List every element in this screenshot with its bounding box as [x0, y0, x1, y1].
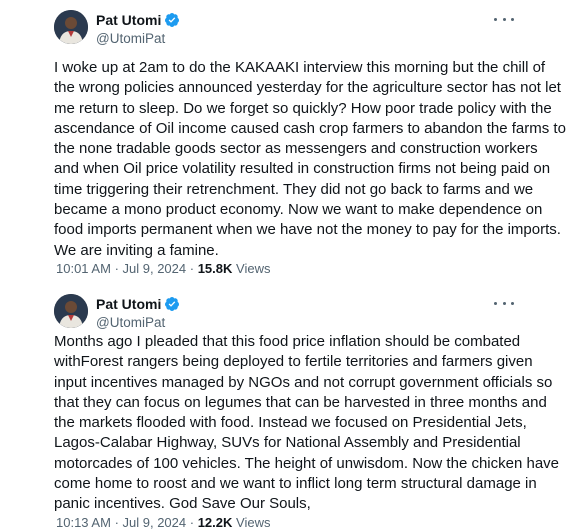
verified-badge-icon — [165, 13, 180, 27]
author-row: Pat Utomi — [96, 12, 180, 28]
tweet-text: I woke up at 2am to do the KAKAAKI inter… — [54, 59, 566, 259]
tweet-date[interactable]: Jul 9, 2024 — [123, 515, 187, 530]
tweet-1[interactable]: Pat Utomi @UtomiPat I woke up at 2am to … — [40, 0, 570, 284]
views-label: Views — [236, 515, 271, 530]
author-row: Pat Utomi — [96, 296, 180, 312]
views-count[interactable]: 15.8K — [198, 261, 233, 276]
views-label: Views — [236, 261, 271, 276]
more-options-icon[interactable] — [494, 10, 514, 28]
tweet-text: Months ago I pleaded that this food pric… — [54, 333, 560, 513]
author-handle[interactable]: @UtomiPat — [96, 315, 165, 330]
avatar[interactable] — [54, 10, 88, 44]
tweet-time[interactable]: 10:01 AM — [56, 261, 111, 276]
meta-separator: · — [114, 515, 123, 530]
meta-separator: · — [114, 261, 123, 276]
tweet-date[interactable]: Jul 9, 2024 — [123, 261, 187, 276]
tweet-2[interactable]: Pat Utomi @UtomiPat Months ago I pleaded… — [40, 284, 570, 532]
author-name[interactable]: Pat Utomi — [96, 12, 161, 28]
tweet-metadata: 10:13 AM · Jul 9, 2024 · 12.2K Views — [56, 515, 270, 530]
verified-badge-icon — [165, 297, 180, 311]
meta-separator: · — [189, 515, 198, 530]
avatar[interactable] — [54, 294, 88, 328]
tweet-time[interactable]: 10:13 AM — [56, 515, 111, 530]
tweet-metadata: 10:01 AM · Jul 9, 2024 · 15.8K Views — [56, 261, 270, 276]
more-options-icon[interactable] — [494, 294, 514, 312]
author-handle[interactable]: @UtomiPat — [96, 31, 165, 46]
meta-separator: · — [189, 261, 198, 276]
views-count[interactable]: 12.2K — [198, 515, 233, 530]
author-name[interactable]: Pat Utomi — [96, 296, 161, 312]
